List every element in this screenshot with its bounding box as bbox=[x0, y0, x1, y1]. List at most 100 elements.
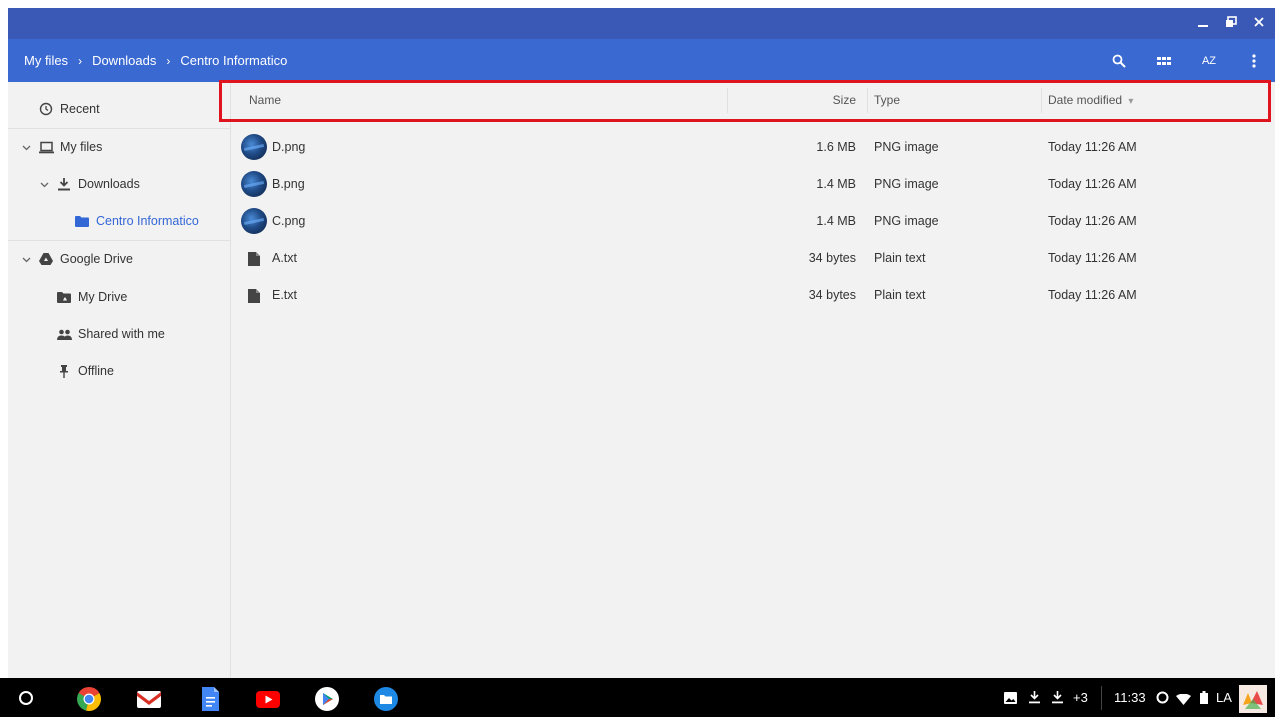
file-type: PNG image bbox=[874, 214, 939, 228]
clock[interactable]: 11:33 bbox=[1114, 690, 1146, 705]
sidebar-item-google-drive[interactable]: Google Drive bbox=[38, 249, 133, 269]
avatar-icon bbox=[1243, 691, 1263, 709]
youtube-app[interactable] bbox=[255, 686, 281, 712]
download-notification[interactable] bbox=[1029, 691, 1041, 705]
minimize-icon[interactable] bbox=[1193, 14, 1213, 34]
input-method-indicator[interactable]: LA bbox=[1216, 690, 1232, 705]
network-status-icon bbox=[1156, 691, 1169, 704]
file-type: PNG image bbox=[874, 177, 939, 191]
chevron-down-icon[interactable] bbox=[40, 180, 50, 190]
breadcrumb-current-folder[interactable]: Centro Informatico bbox=[180, 53, 287, 68]
file-date: Today 11:26 AM bbox=[1048, 288, 1137, 302]
close-icon[interactable] bbox=[1249, 14, 1269, 34]
image-thumbnail-icon bbox=[241, 208, 267, 234]
file-row[interactable]: B.png 1.4 MB PNG image Today 11:26 AM bbox=[232, 166, 1275, 203]
launcher-button[interactable] bbox=[18, 690, 34, 706]
header-bar: My files › Downloads › Centro Informatic… bbox=[8, 39, 1275, 82]
sidebar-divider bbox=[8, 128, 231, 129]
file-row[interactable]: A.txt 34 bytes Plain text Today 11:26 AM bbox=[232, 240, 1275, 277]
breadcrumb: My files › Downloads › Centro Informatic… bbox=[24, 39, 287, 82]
chrome-icon bbox=[77, 687, 101, 711]
column-divider[interactable] bbox=[867, 88, 868, 113]
sidebar-item-offline[interactable]: Offline bbox=[56, 361, 114, 381]
sidebar-item-my-files[interactable]: My files bbox=[38, 137, 102, 157]
file-date: Today 11:26 AM bbox=[1048, 177, 1137, 191]
file-row[interactable]: D.png 1.6 MB PNG image Today 11:26 AM bbox=[232, 129, 1275, 166]
download-icon bbox=[1052, 691, 1063, 704]
image-icon bbox=[1004, 692, 1017, 704]
sidebar-item-shared-with-me[interactable]: Shared with me bbox=[56, 324, 165, 344]
status-area[interactable] bbox=[1156, 691, 1170, 705]
download-notification[interactable] bbox=[1052, 691, 1064, 705]
search-icon bbox=[1112, 54, 1126, 68]
file-size: 1.4 MB bbox=[816, 214, 856, 228]
laptop-icon bbox=[38, 139, 54, 155]
drive-folder-icon bbox=[56, 289, 72, 305]
sidebar-item-label: My files bbox=[60, 140, 103, 154]
battery-icon bbox=[1200, 691, 1208, 704]
column-header-type[interactable]: Type bbox=[874, 82, 900, 119]
chevron-down-icon[interactable] bbox=[22, 143, 32, 153]
tray-divider bbox=[1101, 686, 1102, 710]
sidebar-item-label: Downloads bbox=[78, 177, 140, 191]
column-divider[interactable] bbox=[727, 88, 728, 113]
sidebar-item-downloads[interactable]: Downloads bbox=[56, 174, 140, 194]
restore-icon[interactable] bbox=[1221, 14, 1241, 34]
screenshot-notification[interactable] bbox=[1004, 691, 1018, 705]
grid-view-icon bbox=[1157, 57, 1171, 65]
grid-view-button[interactable] bbox=[1153, 50, 1175, 72]
file-date: Today 11:26 AM bbox=[1048, 140, 1137, 154]
files-app-icon bbox=[374, 687, 398, 711]
breadcrumb-separator: › bbox=[78, 53, 83, 68]
file-name: A.txt bbox=[272, 251, 298, 265]
chrome-app[interactable] bbox=[76, 686, 102, 712]
sidebar-item-label: My Drive bbox=[78, 290, 128, 304]
breadcrumb-my-files[interactable]: My files bbox=[24, 53, 68, 68]
sort-button[interactable]: AZ bbox=[1198, 50, 1220, 72]
launcher-icon bbox=[19, 691, 33, 705]
wifi-icon bbox=[1176, 693, 1191, 705]
people-icon bbox=[56, 326, 72, 342]
user-avatar[interactable] bbox=[1239, 685, 1267, 713]
breadcrumb-separator: › bbox=[166, 53, 171, 68]
file-date: Today 11:26 AM bbox=[1048, 214, 1137, 228]
more-vert-icon bbox=[1252, 54, 1256, 68]
column-header-size[interactable]: Size bbox=[792, 82, 856, 119]
breadcrumb-downloads[interactable]: Downloads bbox=[92, 53, 156, 68]
status-area[interactable] bbox=[1176, 692, 1192, 705]
notification-count[interactable]: +3 bbox=[1073, 690, 1088, 705]
play-store-app[interactable] bbox=[314, 686, 340, 712]
gmail-app[interactable] bbox=[136, 686, 162, 712]
more-options-button[interactable] bbox=[1243, 50, 1265, 72]
shelf: +3 11:33 LA bbox=[0, 678, 1275, 717]
sidebar-item-centro-informatico[interactable]: Centro Informatico bbox=[74, 211, 199, 231]
search-button[interactable] bbox=[1108, 50, 1130, 72]
image-thumbnail-icon bbox=[241, 171, 267, 197]
file-size: 1.4 MB bbox=[816, 177, 856, 191]
column-divider[interactable] bbox=[1041, 88, 1042, 113]
file-date: Today 11:26 AM bbox=[1048, 251, 1137, 265]
file-size: 34 bytes bbox=[808, 251, 856, 265]
text-file-icon bbox=[248, 289, 260, 303]
column-header-date-label: Date modified bbox=[1048, 93, 1123, 107]
gmail-icon bbox=[137, 691, 161, 708]
column-header-name[interactable]: Name bbox=[249, 82, 281, 119]
sidebar-item-recent[interactable]: Recent bbox=[38, 99, 100, 119]
file-list: Name Size Type Date modified ▾ D.png 1.6… bbox=[232, 82, 1275, 678]
column-header-date[interactable]: Date modified ▾ bbox=[1048, 82, 1133, 119]
chevron-down-icon[interactable] bbox=[22, 255, 32, 265]
title-bar bbox=[8, 8, 1275, 39]
google-docs-icon bbox=[202, 687, 219, 711]
file-name: C.png bbox=[272, 214, 306, 228]
download-icon bbox=[56, 176, 72, 192]
sidebar-divider bbox=[8, 240, 231, 241]
file-row[interactable]: E.txt 34 bytes Plain text Today 11:26 AM bbox=[232, 277, 1275, 314]
status-area[interactable] bbox=[1200, 691, 1210, 705]
file-row[interactable]: C.png 1.4 MB PNG image Today 11:26 AM bbox=[232, 203, 1275, 240]
google-drive-icon bbox=[38, 251, 54, 267]
docs-app[interactable] bbox=[197, 686, 223, 712]
file-name: D.png bbox=[272, 140, 306, 154]
files-app[interactable] bbox=[373, 686, 399, 712]
file-name: B.png bbox=[272, 177, 305, 191]
sidebar-item-my-drive[interactable]: My Drive bbox=[56, 287, 127, 307]
